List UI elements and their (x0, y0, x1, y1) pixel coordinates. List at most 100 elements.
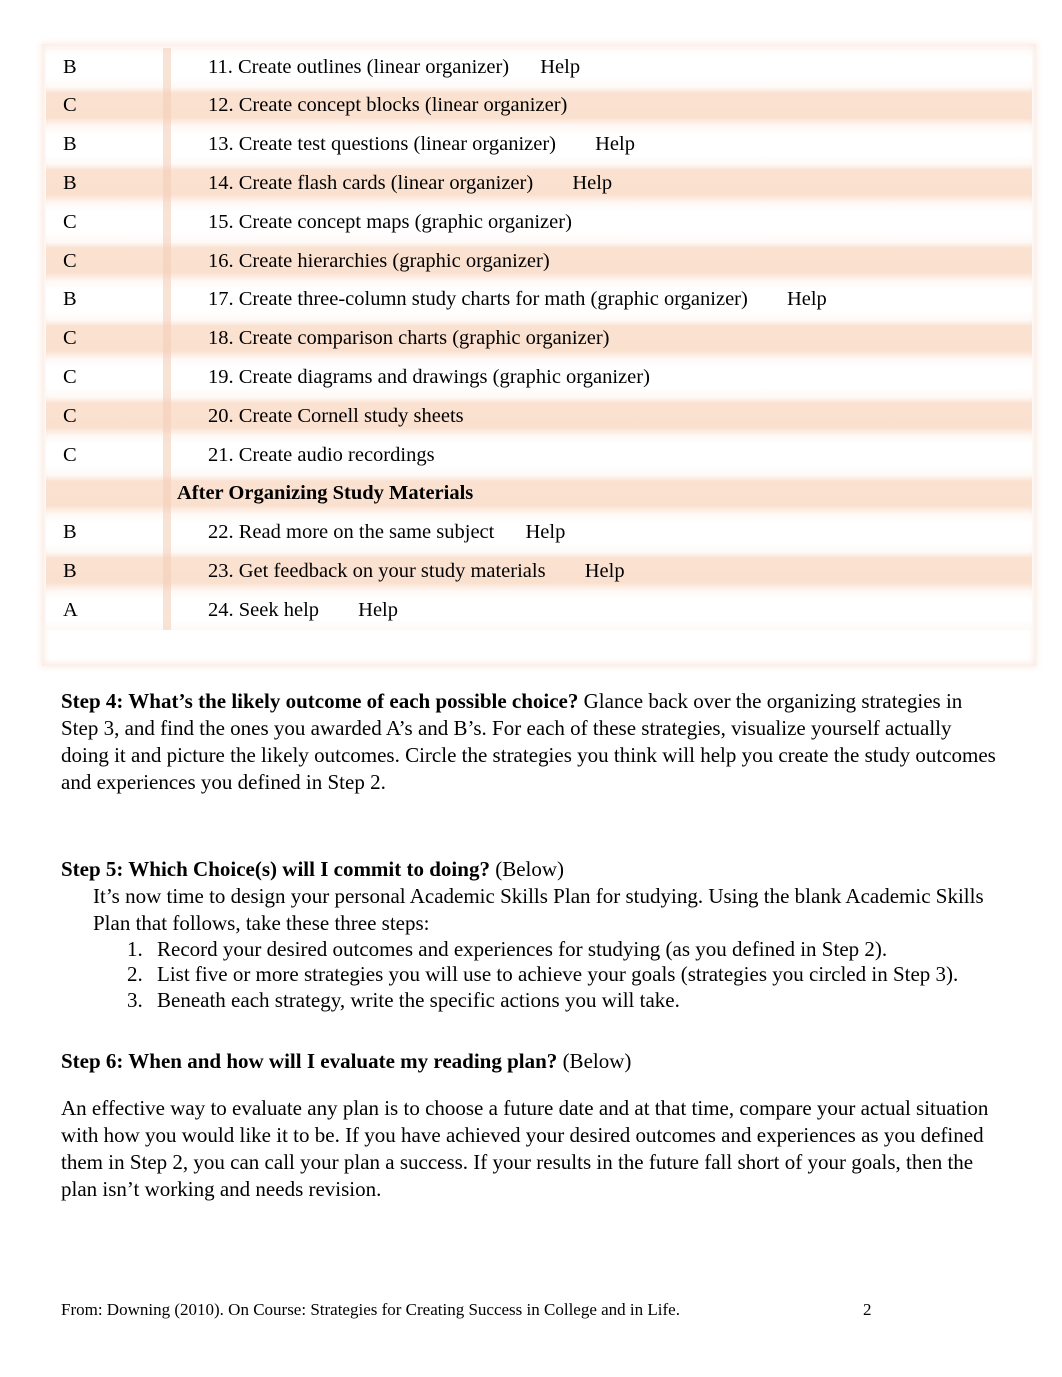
table-row[interactable]: C 12. Create concept blocks (linear orga… (46, 86, 1032, 126)
strategy-number: 13. (208, 133, 234, 156)
grade-cell: B (63, 559, 77, 582)
strategy-cell: 16. Create hierarchies (graphic organize… (171, 242, 1032, 281)
table-row[interactable]: C 19. Create diagrams and drawings (grap… (46, 358, 1032, 398)
strategy-number: 21. (208, 443, 234, 466)
help-link[interactable]: Help (572, 172, 612, 196)
strategy-number: 19. (208, 365, 234, 388)
help-link[interactable]: Help (358, 599, 398, 623)
grade-cell: A (63, 598, 78, 621)
strategy-number: 17. (208, 288, 234, 311)
table-row[interactable]: C 20. Create Cornell study sheets (46, 397, 1032, 436)
strategy-table: B 11. Create outlines (linear organizer)… (46, 48, 1032, 630)
list-item-number: 1. (127, 936, 143, 961)
list-item-text: Beneath each strategy, write the specifi… (157, 987, 680, 1012)
strategy-number: 14. (208, 172, 234, 194)
strategy-text: Create three-column study charts for mat… (238, 288, 748, 311)
strategy-cell: 19. Create diagrams and drawings (graphi… (171, 358, 1032, 397)
grade-cell: C (63, 365, 77, 388)
column-divider (163, 86, 171, 126)
strategy-number: 16. (208, 249, 234, 272)
column-divider (163, 241, 171, 281)
column-divider (163, 435, 171, 475)
strategy-text: Create concept maps (graphic organizer) (238, 210, 572, 233)
section-header-label: After Organizing Study Materials (177, 482, 474, 505)
column-divider (163, 280, 171, 320)
step5-intro: It’s now time to design your personal Ac… (93, 883, 984, 935)
table-row[interactable]: C 15. Create concept maps (graphic organ… (46, 203, 1032, 242)
step5-heading-line: Step 5: Which Choice(s) will I commit to… (61, 856, 1003, 883)
table-row[interactable]: C 16. Create hierarchies (graphic organi… (46, 241, 1032, 281)
column-divider (163, 164, 171, 204)
strategy-number: 18. (208, 327, 234, 350)
step4-heading: Step 4: What’s the likely outcome of eac… (61, 689, 579, 713)
step6-heading-line: Step 6: When and how will I evaluate my … (61, 1048, 1003, 1075)
column-divider (163, 552, 171, 592)
strategy-text: Read more on the same subject (238, 521, 495, 544)
help-link[interactable]: Help (540, 56, 580, 80)
list-item-number: 2. (127, 962, 143, 987)
strategy-text: Get feedback on your study materials (238, 559, 546, 582)
strategy-number: 22. (208, 521, 234, 544)
table-row[interactable]: B 14. Create flash cards (linear organiz… (46, 164, 1032, 204)
strategy-text: Create audio recordings (238, 443, 435, 466)
strategy-number: 20. (208, 404, 234, 427)
strategy-table-body: B 11. Create outlines (linear organizer)… (46, 48, 1032, 630)
strategy-cell: 15. Create concept maps (graphic organiz… (171, 203, 1032, 242)
strategy-cell: 23. Get feedback on your study materials… (171, 552, 1032, 591)
strategy-text: Create diagrams and drawings (graphic or… (238, 365, 650, 388)
strategy-cell: 24. Seek help Help (171, 591, 1032, 630)
grade-cell (46, 475, 163, 514)
strategy-cell: 18. Create comparison charts (graphic or… (171, 320, 1032, 359)
step6-heading-suffix: (Below) (557, 1049, 632, 1073)
step5-heading: Step 5: Which Choice(s) will I commit to… (61, 857, 490, 881)
strategy-number: 24. (208, 598, 234, 621)
strategy-number: 11. (208, 55, 233, 78)
table-row[interactable]: B 17. Create three-column study charts f… (46, 280, 1032, 320)
strategy-cell: 14. Create flash cards (linear organizer… (171, 164, 1032, 203)
page-number: 2 (863, 1300, 872, 1319)
strategy-cell: 13. Create test questions (linear organi… (171, 126, 1032, 165)
table-row[interactable]: B 23. Get feedback on your study materia… (46, 552, 1032, 592)
grade-cell: C (63, 327, 77, 350)
step5-list: 1. Record your desired outcomes and exper… (127, 937, 1003, 1014)
grade-cell: B (63, 288, 77, 311)
table-row[interactable]: C 21. Create audio recordings (46, 435, 1032, 475)
column-divider (163, 474, 171, 514)
table-row[interactable]: B 22. Read more on the same subject Help (46, 513, 1032, 553)
list-item-text: List five or more strategies you will us… (157, 962, 959, 987)
strategy-text: Create concept blocks (linear organizer) (238, 94, 568, 117)
step6-heading: Step 6: When and how will I evaluate my … (61, 1049, 558, 1073)
table-row[interactable]: C 18. Create comparison charts (graphic … (46, 319, 1032, 359)
column-divider (163, 358, 171, 398)
list-item: 3. Beneath each strategy, write the speci… (127, 988, 1003, 1014)
strategy-text: Create Cornell study sheets (238, 404, 464, 427)
grade-cell: C (63, 404, 77, 427)
strategy-text: Seek help (238, 598, 320, 621)
help-link[interactable]: Help (787, 288, 827, 312)
strategy-cell: 20. Create Cornell study sheets (171, 397, 1032, 436)
column-divider (163, 513, 171, 553)
column-divider (163, 48, 171, 87)
help-link[interactable]: Help (525, 521, 565, 545)
help-link[interactable]: Help (595, 133, 635, 157)
column-divider (163, 397, 171, 436)
table-row[interactable]: B 11. Create outlines (linear organizer)… (46, 48, 1032, 87)
column-divider (163, 125, 171, 165)
strategy-cell: 21. Create audio recordings (171, 436, 1032, 475)
step5-heading-suffix: (Below) (489, 857, 565, 881)
strategy-text: Create outlines (linear organizer) (238, 55, 510, 78)
help-link[interactable]: Help (585, 560, 625, 584)
strategy-number: 12. (208, 94, 234, 117)
table-row[interactable]: B 13. Create test questions (linear orga… (46, 125, 1032, 165)
table-row[interactable]: A 24. Seek help Help (46, 591, 1032, 630)
list-item: 1. Record your desired outcomes and exper… (127, 937, 1003, 963)
table-section-header-row: After Organizing Study Materials (46, 474, 1032, 514)
grade-cell: B (63, 172, 77, 194)
strategy-text: Create hierarchies (graphic organizer) (238, 249, 550, 272)
strategy-cell: 11. Create outlines (linear organizer) H… (171, 48, 1032, 87)
strategy-number: 23. (208, 559, 234, 582)
strategy-text: Create comparison charts (graphic organi… (238, 327, 610, 350)
list-item-number: 3. (127, 987, 143, 1012)
strategy-text: Create test questions (linear organizer) (238, 133, 556, 156)
grade-cell: B (63, 133, 77, 156)
